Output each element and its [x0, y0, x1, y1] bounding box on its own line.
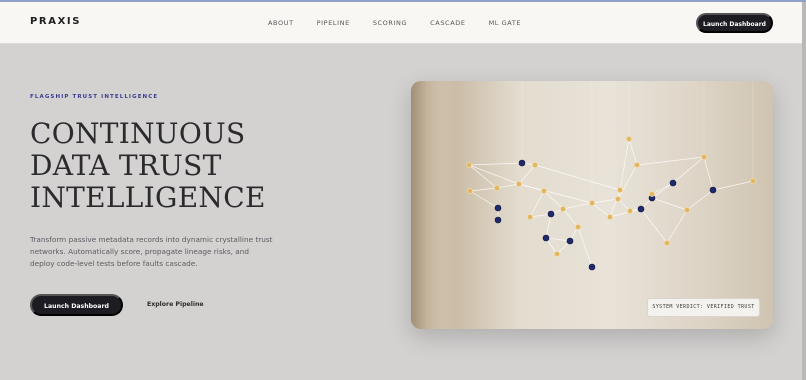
network-node-navy	[542, 234, 550, 242]
network-node-gold	[664, 240, 670, 246]
network-node-navy	[518, 159, 526, 167]
network-edge	[529, 190, 545, 218]
headline-line-3: INTELLIGENCE	[30, 181, 266, 214]
brand-logo[interactable]: PRAXIS	[30, 16, 81, 27]
network-node-gold	[607, 214, 613, 220]
network-edge	[686, 189, 714, 211]
network-node-gold	[615, 196, 621, 202]
network-node-gold	[541, 188, 547, 194]
hero-image-card: SYSTEM VERDICT: VERIFIED TRUST	[411, 81, 773, 329]
network-edge	[496, 183, 520, 189]
nav-link-scoring[interactable]: SCORING	[373, 19, 407, 27]
network-edge	[562, 202, 593, 210]
network-node-gold	[627, 208, 633, 214]
network-edge	[518, 183, 593, 204]
network-edge	[469, 187, 498, 192]
network-edge	[672, 156, 705, 184]
network-edge	[545, 237, 571, 242]
network-node-gold	[554, 251, 560, 257]
hero-eyebrow: FLAGSHIP TRUST INTELLIGENCE	[30, 94, 159, 100]
network-edge	[543, 190, 564, 210]
network-edge	[651, 182, 674, 195]
hero-description: Transform passive metadata records into …	[30, 235, 273, 269]
network-edge	[617, 164, 638, 200]
network-node-navy	[547, 210, 555, 218]
network-edge	[545, 213, 552, 239]
network-node-navy	[637, 205, 645, 213]
network-edge	[628, 138, 638, 166]
network-edge	[651, 197, 688, 211]
network-node-gold	[617, 187, 623, 193]
network-edge	[591, 202, 611, 218]
network-node-navy	[566, 237, 574, 245]
network-node-gold	[684, 207, 690, 213]
headline-line-2: DATA TRUST	[30, 149, 222, 182]
network-edge	[534, 164, 621, 191]
network-edge	[468, 164, 520, 185]
network-edge	[712, 180, 754, 191]
network-node-gold	[516, 181, 522, 187]
network-edge	[469, 190, 499, 209]
network-node-gold	[527, 214, 533, 220]
network-node-gold	[701, 154, 707, 160]
network-edge	[609, 208, 642, 218]
network-node-gold	[589, 200, 595, 206]
page-scrollbar[interactable]	[802, 2, 806, 380]
network-edge	[666, 209, 688, 244]
network-node-gold	[560, 206, 566, 212]
network-node-navy	[494, 204, 502, 212]
network-edge	[651, 182, 674, 199]
network-edge	[518, 164, 536, 185]
hero-launch-dashboard-button[interactable]: Launch Dashboard	[30, 294, 123, 316]
network-edge	[591, 198, 619, 204]
nav-link-pipeline[interactable]: PIPELINE	[317, 19, 350, 27]
network-edge	[640, 208, 668, 244]
headline-line-1: CONTINUOUS	[30, 117, 246, 150]
network-node-gold	[750, 178, 756, 184]
network-edge	[562, 208, 579, 228]
network-edge	[703, 156, 714, 191]
system-verdict-badge: SYSTEM VERDICT: VERIFIED TRUST	[647, 298, 760, 317]
network-edge	[636, 156, 705, 166]
nav-link-ml-gate[interactable]: ML GATE	[489, 19, 522, 27]
network-node-navy	[494, 216, 502, 224]
network-node-gold	[494, 185, 500, 191]
network-node-gold	[575, 224, 581, 230]
hero-headline: CONTINUOUS DATA TRUST INTELLIGENCE	[30, 118, 330, 214]
nav-launch-dashboard-button[interactable]: Launch Dashboard	[696, 13, 773, 33]
network-node-navy	[588, 263, 596, 271]
network-node-gold	[634, 162, 640, 168]
nav-links: ABOUT PIPELINE SCORING CASCADE ML GATE	[268, 19, 544, 27]
nav-link-about[interactable]: ABOUT	[268, 19, 294, 27]
crystal-network-graphic	[466, 81, 756, 271]
network-edge	[577, 226, 593, 268]
network-node-gold	[649, 191, 655, 197]
explore-pipeline-link[interactable]: Explore Pipeline	[147, 301, 204, 308]
network-node-navy	[669, 179, 677, 187]
network-node-gold	[626, 136, 632, 142]
network-node-gold	[532, 162, 538, 168]
network-edge	[468, 164, 498, 189]
network-edge	[609, 189, 621, 218]
network-edge	[468, 162, 523, 166]
network-node-gold	[467, 188, 473, 194]
network-node-gold	[466, 162, 472, 168]
network-node-navy	[709, 186, 717, 194]
nav-link-cascade[interactable]: CASCADE	[430, 19, 465, 27]
top-navigation: PRAXIS ABOUT PIPELINE SCORING CASCADE ML…	[0, 2, 802, 44]
